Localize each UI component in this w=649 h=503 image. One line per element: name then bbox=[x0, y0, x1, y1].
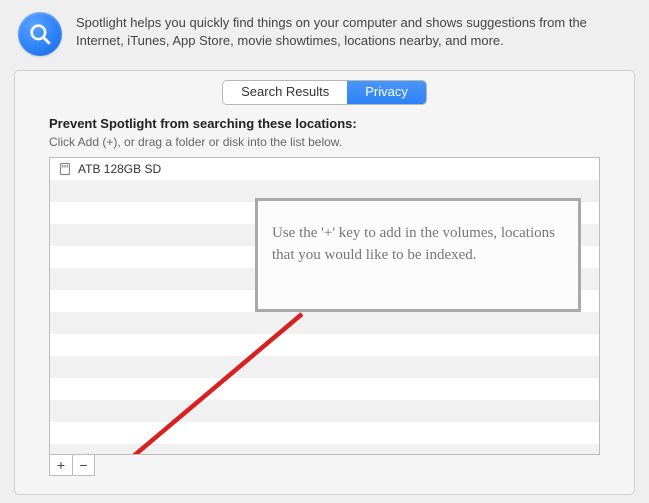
add-button[interactable]: + bbox=[50, 455, 72, 475]
exclusion-list-region: ATB 128GB SD Use the '+' key to add in t… bbox=[49, 157, 600, 476]
spotlight-icon bbox=[18, 12, 62, 56]
list-item bbox=[50, 400, 599, 422]
header-row: Spotlight helps you quickly find things … bbox=[0, 0, 649, 66]
header-description: Spotlight helps you quickly find things … bbox=[76, 12, 631, 50]
list-item[interactable]: ATB 128GB SD bbox=[50, 158, 599, 180]
tab-search-results[interactable]: Search Results bbox=[223, 81, 347, 104]
list-item-label: ATB 128GB SD bbox=[78, 158, 161, 180]
list-item bbox=[50, 312, 599, 334]
content-panel: Search Results Privacy Prevent Spotlight… bbox=[14, 70, 635, 495]
list-item bbox=[50, 356, 599, 378]
list-item bbox=[50, 334, 599, 356]
annotation-callout: Use the '+' key to add in the volumes, l… bbox=[255, 198, 581, 312]
exclusion-list[interactable]: ATB 128GB SD Use the '+' key to add in t… bbox=[49, 157, 600, 455]
privacy-subtext: Click Add (+), or drag a folder or disk … bbox=[37, 135, 612, 157]
tab-bar: Search Results Privacy bbox=[37, 81, 612, 104]
add-remove-strip: + − bbox=[49, 455, 95, 476]
privacy-heading: Prevent Spotlight from searching these l… bbox=[37, 116, 612, 135]
list-item bbox=[50, 378, 599, 400]
remove-button[interactable]: − bbox=[72, 455, 94, 475]
tab-privacy[interactable]: Privacy bbox=[347, 81, 426, 104]
list-item bbox=[50, 422, 599, 444]
list-item bbox=[50, 444, 599, 455]
disk-icon bbox=[58, 162, 72, 176]
